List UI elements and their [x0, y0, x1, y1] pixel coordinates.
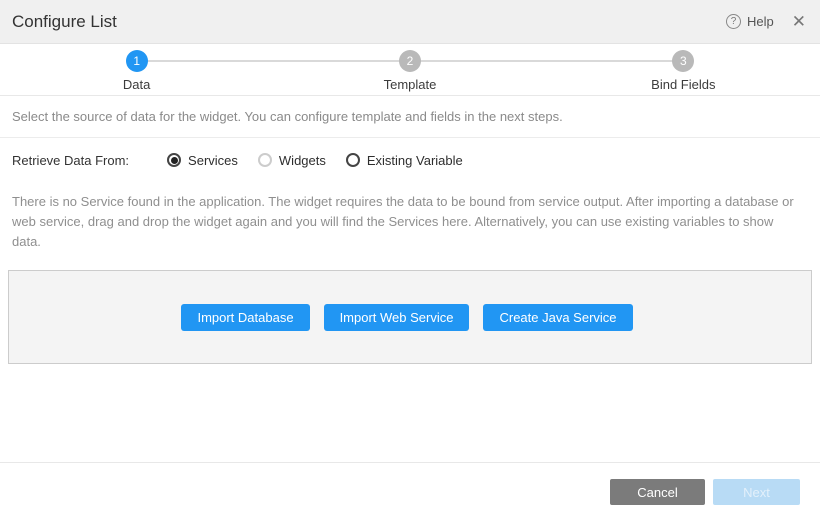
help-icon[interactable]: ? [726, 14, 741, 29]
radio-existing-variable-label[interactable]: Existing Variable [367, 153, 463, 168]
configure-list-dialog: Configure List ? Help ✕ 1 Data 2 Templat… [0, 0, 820, 521]
step-bind-fields[interactable]: 3 Bind Fields [547, 50, 820, 95]
radio-widgets[interactable]: Widgets [258, 153, 326, 168]
help-label[interactable]: Help [747, 14, 774, 29]
data-source-radio-group: Services Widgets Existing Variable [167, 153, 463, 168]
intro-text: Select the source of data for the widget… [12, 109, 563, 124]
header-actions: ? Help ✕ [726, 13, 806, 30]
dialog-header: Configure List ? Help ✕ [0, 0, 820, 44]
step-template[interactable]: 2 Template [273, 50, 546, 95]
step-template-circle[interactable]: 2 [399, 50, 421, 72]
wizard-stepper: 1 Data 2 Template 3 Bind Fields [0, 44, 820, 96]
import-web-service-button[interactable]: Import Web Service [324, 304, 470, 331]
retrieve-data-row: Retrieve Data From: Services Widgets Exi… [0, 138, 820, 182]
radio-services-label[interactable]: Services [188, 153, 238, 168]
radio-widgets-icon[interactable] [258, 153, 272, 167]
cancel-button[interactable]: Cancel [610, 479, 705, 505]
radio-services[interactable]: Services [167, 153, 238, 168]
step-bind-fields-label: Bind Fields [651, 77, 715, 92]
dialog-footer: Cancel Next [0, 462, 820, 521]
step-template-label: Template [384, 77, 437, 92]
radio-services-icon[interactable] [167, 153, 181, 167]
intro-row: Select the source of data for the widget… [0, 96, 820, 138]
step-data-circle[interactable]: 1 [126, 50, 148, 72]
import-database-button[interactable]: Import Database [181, 304, 309, 331]
no-service-notice: There is no Service found in the applica… [0, 182, 812, 252]
step-data-label: Data [123, 77, 150, 92]
page-title: Configure List [12, 12, 726, 32]
create-java-service-button[interactable]: Create Java Service [483, 304, 632, 331]
radio-existing-variable[interactable]: Existing Variable [346, 153, 463, 168]
help-button[interactable]: ? Help [726, 14, 774, 29]
next-button[interactable]: Next [713, 479, 800, 505]
retrieve-data-label: Retrieve Data From: [12, 153, 129, 168]
step-bind-fields-circle[interactable]: 3 [672, 50, 694, 72]
radio-existing-variable-icon[interactable] [346, 153, 360, 167]
step-data[interactable]: 1 Data [0, 50, 273, 95]
radio-widgets-label[interactable]: Widgets [279, 153, 326, 168]
close-icon[interactable]: ✕ [792, 13, 806, 30]
service-actions-group: Import Database Import Web Service Creat… [181, 304, 632, 331]
service-actions-box: Import Database Import Web Service Creat… [8, 270, 812, 364]
